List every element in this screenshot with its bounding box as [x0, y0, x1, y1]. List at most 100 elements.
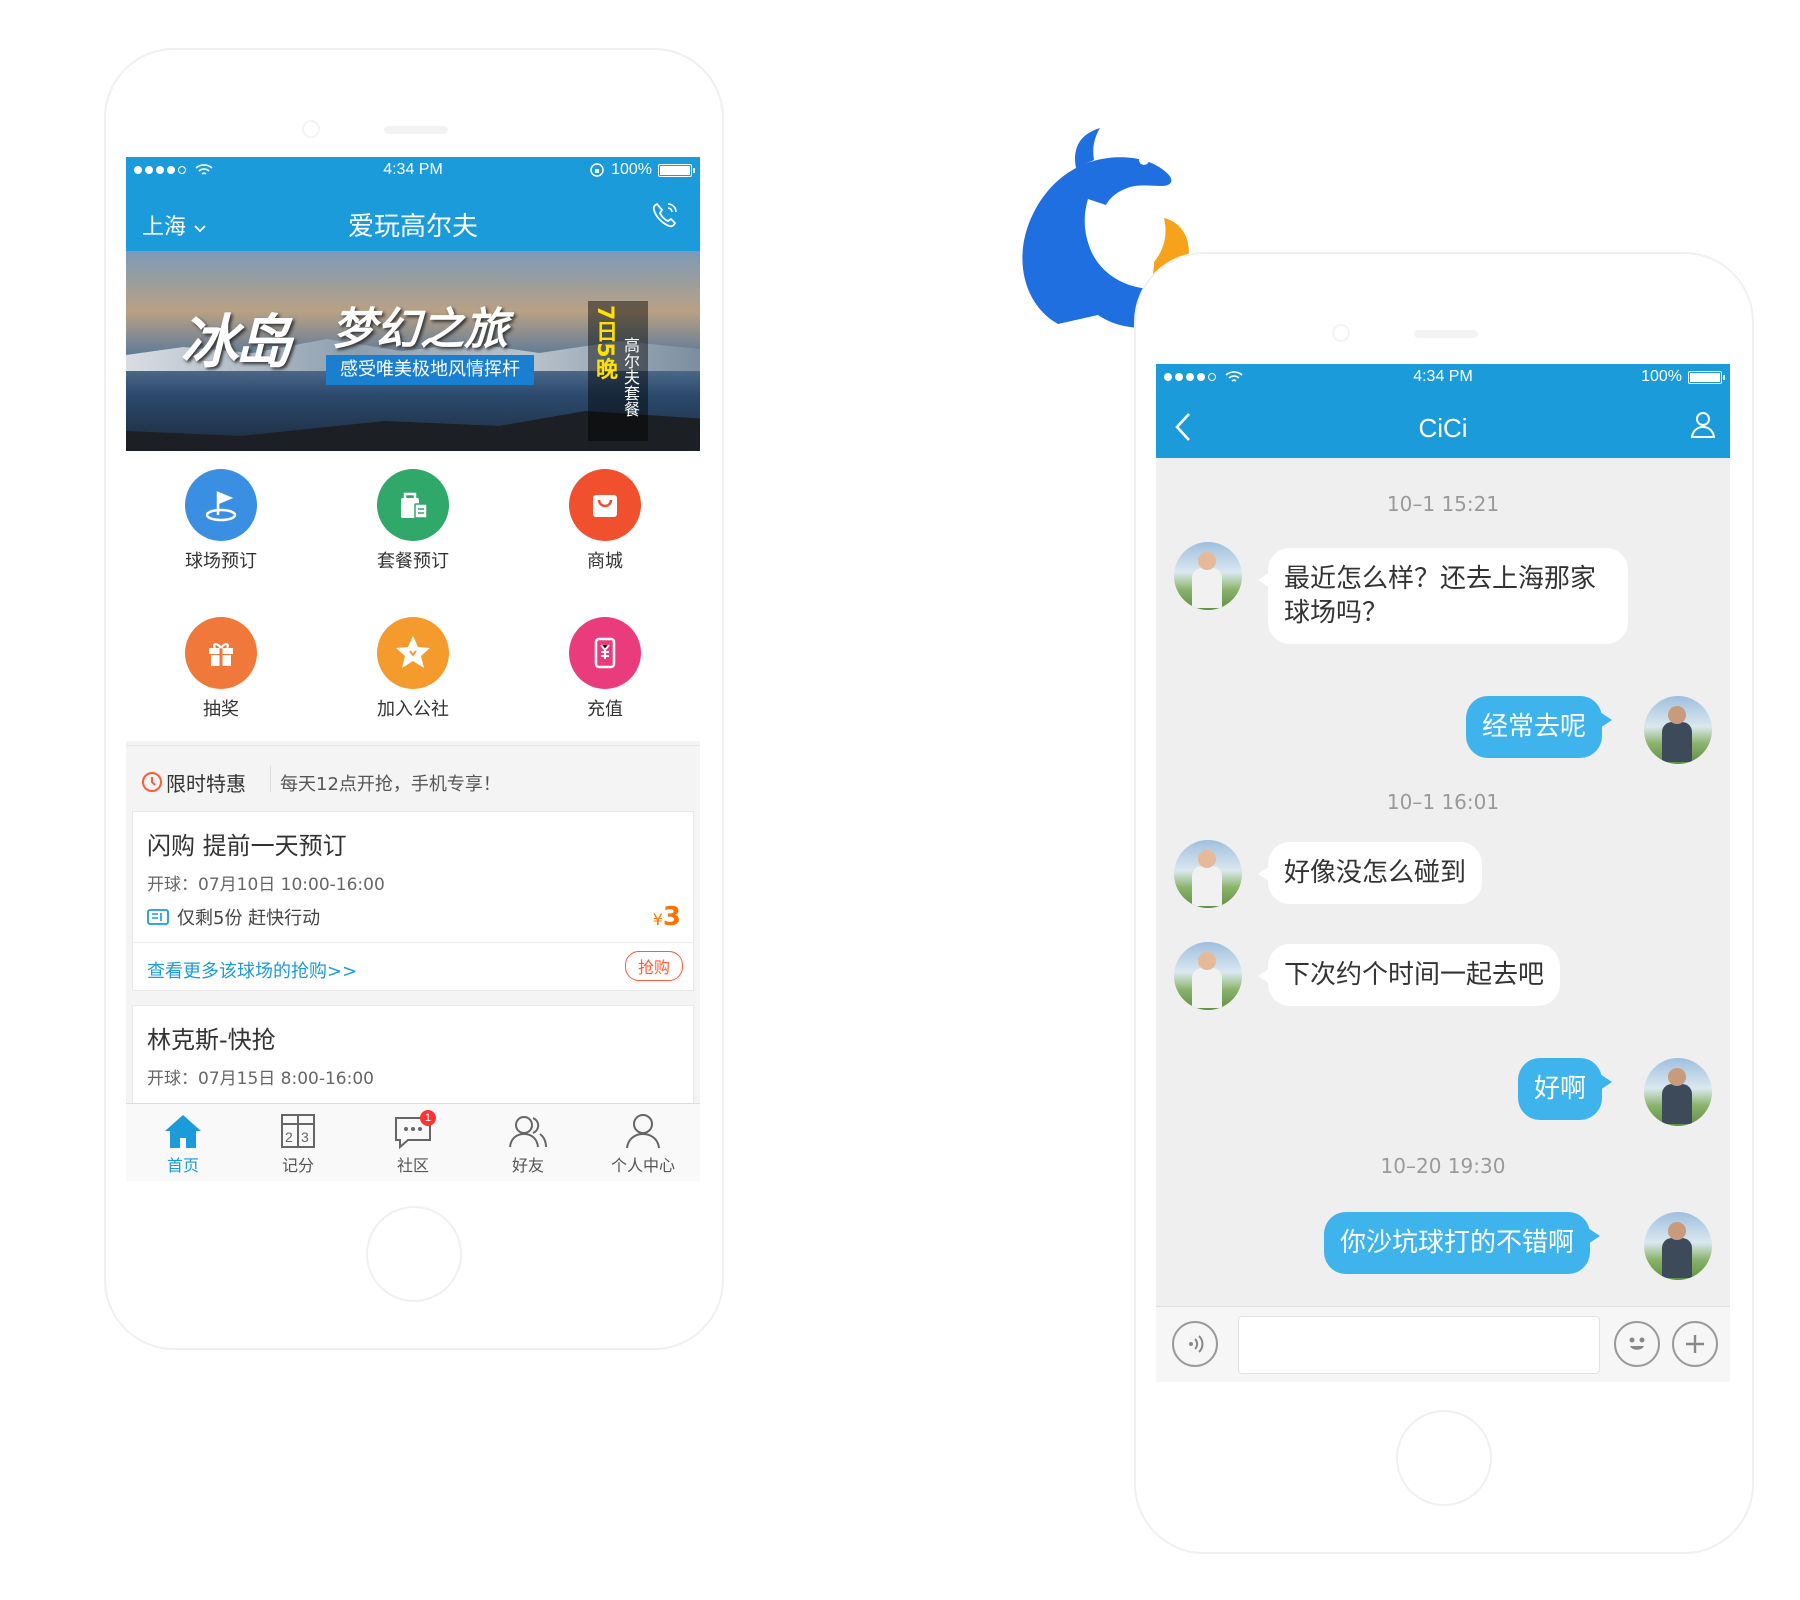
chat-title: CiCi — [1418, 413, 1468, 443]
gift-icon — [185, 617, 257, 689]
camera — [1332, 324, 1350, 342]
svg-text:3: 3 — [301, 1129, 309, 1145]
battery-status: 100% — [589, 161, 695, 179]
emoji-button[interactable] — [1614, 1321, 1660, 1367]
tee-time: 开球：07月15日 8:00-16:00 — [147, 1069, 374, 1089]
grid-item-join-club[interactable]: 加入公社 — [318, 617, 508, 721]
status-bar: 4:34 PM 100% — [126, 157, 700, 184]
tab-profile[interactable]: 个人中心 — [586, 1104, 700, 1181]
banner-title-secondary: 梦幻之旅 — [332, 304, 508, 355]
tab-label: 记分 — [281, 1156, 314, 1175]
svg-text:2: 2 — [285, 1129, 293, 1145]
banner-side-panel: 7日5晚 高尔夫套餐 — [588, 301, 648, 441]
status-bar: 4:34 PM 100% — [1156, 364, 1730, 391]
contact-avatar[interactable] — [1174, 542, 1242, 610]
flash-sale-title: 限时特惠 — [166, 772, 246, 796]
rotation-lock-icon — [590, 163, 604, 177]
ticket-icon — [147, 909, 169, 925]
home-button — [366, 1206, 462, 1302]
tab-community[interactable]: 1 社区 — [356, 1104, 470, 1181]
tee-time: 开球：07月10日 10:00-16:00 — [147, 875, 385, 895]
tab-label: 个人中心 — [610, 1156, 675, 1175]
divider — [270, 766, 271, 792]
message-bubble-outgoing: 经常去呢 — [1466, 696, 1613, 758]
voice-button[interactable] — [1172, 1321, 1218, 1367]
more-deals-link[interactable]: 查看更多该球场的抢购>> — [147, 957, 357, 983]
message-bubble-incoming: 下次约个时间一起去吧 — [1257, 944, 1561, 1006]
message-input-bar — [1156, 1306, 1730, 1382]
grid-item-package-booking[interactable]: 套餐预订 — [318, 469, 508, 573]
banner-subtitle: 感受唯美极地风情挥杆 — [326, 355, 534, 385]
grid-label: 球场预订 — [185, 551, 257, 572]
tab-bar: 首页 23 记分 1 社区 好友 个人中心 — [126, 1103, 700, 1181]
header: 4:34 PM 100% 上海 爱玩高尔夫 — [126, 157, 700, 251]
feature-grid: 球场预订 套餐预订 商城 抽奖 加入公社 充值 — [126, 451, 700, 741]
battery-percent: 100% — [611, 161, 652, 178]
scorecard-icon: 23 — [281, 1114, 315, 1148]
tab-home[interactable]: 首页 — [126, 1104, 240, 1181]
contact-avatar[interactable] — [1174, 840, 1242, 908]
grid-label: 商城 — [587, 551, 623, 572]
grid-item-lottery[interactable]: 抽奖 — [126, 617, 316, 721]
grid-item-recharge[interactable]: 充值 — [510, 617, 700, 721]
price-value: 3 — [662, 902, 681, 932]
plus-icon — [1686, 1335, 1704, 1353]
battery-status: 100% — [1641, 368, 1725, 386]
friends-icon — [509, 1116, 547, 1148]
home-icon — [165, 1115, 201, 1148]
deal-price: ¥3 — [653, 902, 681, 932]
camera — [302, 120, 320, 138]
phone-call-icon[interactable] — [650, 200, 680, 230]
stock-info: 仅剩5份 赶快行动 — [147, 904, 320, 930]
flash-sale-header: 限时特惠 每天12点开抢，手机专享！ — [126, 745, 700, 811]
message-bubble-incoming: 好像没怎么碰到 — [1257, 842, 1483, 904]
card-footer: 查看更多该球场的抢购>> 抢购 — [133, 942, 693, 992]
message-bubble-outgoing: 你沙坑球打的不错啊 — [1324, 1212, 1601, 1274]
right-phone-screen: 4:34 PM 100% CiCi 10–1 15:21 最近怎么样？还去上海那… — [1156, 364, 1730, 1382]
speaker — [384, 126, 448, 134]
banner-package: 高尔夫套餐 — [621, 337, 640, 417]
tab-score[interactable]: 23 记分 — [241, 1104, 355, 1181]
currency-symbol: ¥ — [652, 910, 663, 929]
deal-title: 闪购 提前一天预订 — [147, 832, 347, 860]
buy-button[interactable]: 抢购 — [624, 951, 683, 981]
speaker — [1414, 330, 1478, 338]
grid-label: 抽奖 — [203, 699, 239, 720]
my-avatar[interactable] — [1644, 1058, 1712, 1126]
tab-friends[interactable]: 好友 — [471, 1104, 585, 1181]
promo-banner[interactable]: 冰岛 梦幻之旅 感受唯美极地风情挥杆 7日5晚 高尔夫套餐 — [126, 251, 700, 451]
grid-item-mall[interactable]: 商城 — [510, 469, 700, 573]
tab-label: 好友 — [511, 1156, 544, 1175]
tab-label: 首页 — [166, 1156, 199, 1175]
timer-icon — [142, 772, 162, 792]
banner-title-main: 冰岛 — [180, 308, 292, 376]
message-bubble-outgoing: 好啊 — [1518, 1058, 1613, 1120]
deal-title: 林克斯-快抢 — [147, 1026, 276, 1054]
nav-bar: 上海 爱玩高尔夫 — [126, 184, 700, 251]
person-icon — [626, 1114, 660, 1149]
tab-label: 社区 — [396, 1156, 429, 1175]
grid-label: 充值 — [587, 699, 623, 720]
grid-label: 套餐预订 — [377, 551, 449, 572]
golf-flag-icon — [185, 469, 257, 541]
grid-item-course-booking[interactable]: 球场预订 — [126, 469, 316, 573]
header: 4:34 PM 100% CiCi — [1156, 364, 1730, 458]
my-avatar[interactable] — [1644, 696, 1712, 764]
recharge-icon — [569, 617, 641, 689]
flash-sale-subtitle: 每天12点开抢，手机专享！ — [280, 774, 501, 795]
banner-duration: 7日5晚 — [592, 305, 617, 380]
contact-avatar[interactable] — [1174, 942, 1242, 1010]
emoji-icon — [1629, 1337, 1645, 1350]
deal-card[interactable]: 闪购 提前一天预订 开球：07月10日 10:00-16:00 仅剩5份 赶快行… — [132, 811, 694, 991]
notification-badge: 1 — [420, 1110, 436, 1126]
voice-icon — [1189, 1335, 1204, 1353]
my-avatar[interactable] — [1644, 1212, 1712, 1280]
battery-icon — [658, 163, 695, 177]
battery-icon — [1688, 370, 1725, 384]
add-attachment-button[interactable] — [1672, 1321, 1718, 1367]
nav-bar: CiCi — [1156, 391, 1730, 458]
grid-label: 加入公社 — [377, 699, 449, 720]
profile-icon[interactable] — [1688, 409, 1718, 439]
message-bubble-incoming: 最近怎么样？还去上海那家球场吗？ — [1258, 548, 1628, 644]
message-input[interactable] — [1238, 1316, 1600, 1374]
